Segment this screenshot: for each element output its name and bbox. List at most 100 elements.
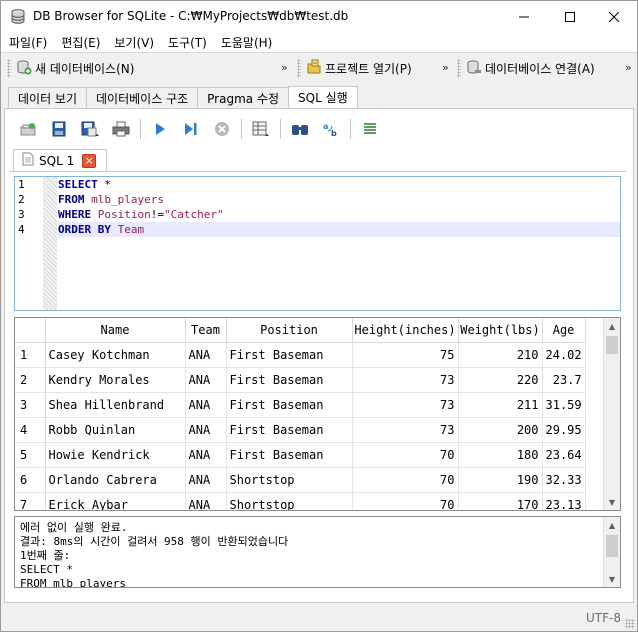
toolbar-overflow-2[interactable]: »: [442, 61, 449, 74]
cell-team[interactable]: ANA: [185, 342, 227, 368]
scroll-up-arrow-icon[interactable]: ▲: [604, 318, 620, 334]
scrollbar-thumb[interactable]: [606, 535, 618, 557]
cell-height[interactable]: 73: [352, 392, 459, 418]
row-number[interactable]: 6: [15, 467, 46, 493]
sql-editor-tab[interactable]: SQL 1 ×: [13, 149, 107, 171]
scrollbar-thumb[interactable]: [606, 336, 618, 354]
row-number[interactable]: 7: [15, 492, 46, 510]
cell-position[interactable]: Shortstop: [226, 492, 353, 510]
cell-height[interactable]: 70: [352, 442, 459, 468]
cell-name[interactable]: Orlando Cabrera: [45, 467, 186, 493]
cell-team[interactable]: ANA: [185, 367, 227, 393]
cell-team[interactable]: ANA: [185, 467, 227, 493]
table-row[interactable]: 7 Erick Aybar ANA Shortstop 70 170 23.13: [15, 492, 586, 510]
cell-weight[interactable]: 170: [458, 492, 543, 510]
column-header-team[interactable]: Team: [185, 318, 227, 343]
column-header-position[interactable]: Position: [226, 318, 353, 343]
cell-name[interactable]: Erick Aybar: [45, 492, 186, 510]
results-grid[interactable]: Name Team Position Height(inches) Weight…: [14, 317, 621, 511]
cell-age[interactable]: 24.02: [542, 342, 586, 368]
open-sql-file-button[interactable]: [46, 117, 72, 141]
cell-weight[interactable]: 210: [458, 342, 543, 368]
table-row[interactable]: 3 Shea Hillenbrand ANA First Baseman 73 …: [15, 392, 586, 418]
cell-position[interactable]: Shortstop: [226, 467, 353, 493]
cell-position[interactable]: First Baseman: [226, 442, 353, 468]
row-number[interactable]: 1: [15, 342, 46, 368]
cell-position[interactable]: First Baseman: [226, 367, 353, 393]
cell-weight[interactable]: 211: [458, 392, 543, 418]
column-header-height[interactable]: Height(inches): [352, 318, 459, 343]
menu-edit[interactable]: 편집(E): [61, 34, 100, 51]
maximize-button[interactable]: [547, 1, 593, 32]
comment-block-button[interactable]: [357, 117, 383, 141]
execute-current-line-button[interactable]: [178, 117, 204, 141]
cell-height[interactable]: 70: [352, 492, 459, 510]
find-replace-button[interactable]: a b: [318, 117, 344, 141]
column-header-age[interactable]: Age: [542, 318, 586, 343]
row-number[interactable]: 4: [15, 417, 46, 443]
menu-help[interactable]: 도움말(H): [221, 34, 273, 51]
cell-height[interactable]: 75: [352, 342, 459, 368]
toolbar-overflow-3[interactable]: »: [625, 61, 632, 74]
cell-name[interactable]: Kendry Morales: [45, 367, 186, 393]
attach-database-button[interactable]: 데이터베이스 연결(A): [457, 56, 595, 81]
scroll-down-arrow-icon[interactable]: ▼: [604, 494, 620, 510]
message-vertical-scrollbar[interactable]: ▲ ▼: [603, 517, 620, 587]
cell-position[interactable]: First Baseman: [226, 392, 353, 418]
results-vertical-scrollbar[interactable]: ▲ ▼: [603, 318, 620, 510]
cell-height[interactable]: 73: [352, 367, 459, 393]
row-number[interactable]: 3: [15, 392, 46, 418]
cell-weight[interactable]: 220: [458, 367, 543, 393]
cell-team[interactable]: ANA: [185, 392, 227, 418]
table-row[interactable]: 1 Casey Kotchman ANA First Baseman 75 21…: [15, 342, 586, 368]
cell-age[interactable]: 23.7: [542, 367, 586, 393]
cell-height[interactable]: 73: [352, 417, 459, 443]
cell-age[interactable]: 31.59: [542, 392, 586, 418]
table-row[interactable]: 2 Kendry Morales ANA First Baseman 73 22…: [15, 367, 586, 393]
cell-weight[interactable]: 190: [458, 467, 543, 493]
sql-editor[interactable]: 1 2 3 4 SELECT * FROM mlb_players WHERE …: [14, 176, 621, 311]
cell-position[interactable]: First Baseman: [226, 417, 353, 443]
cell-team[interactable]: ANA: [185, 417, 227, 443]
stop-execution-button[interactable]: [209, 117, 235, 141]
message-pane[interactable]: 에러 없이 실행 완료. 결과: 8ms의 시간이 걸려서 958 행이 반환되었…: [14, 516, 621, 588]
table-row[interactable]: 5 Howie Kendrick ANA First Baseman 70 18…: [15, 442, 586, 468]
tab-execute-sql[interactable]: SQL 실행: [288, 86, 358, 108]
scroll-up-arrow-icon[interactable]: ▲: [604, 517, 620, 533]
cell-name[interactable]: Robb Quinlan: [45, 417, 186, 443]
table-row[interactable]: 6 Orlando Cabrera ANA Shortstop 70 190 3…: [15, 467, 586, 493]
open-tab-button[interactable]: [15, 117, 41, 141]
open-project-button[interactable]: 프로젝트 열기(P): [297, 56, 412, 81]
menu-view[interactable]: 보기(V): [114, 34, 154, 51]
cell-team[interactable]: ANA: [185, 442, 227, 468]
print-button[interactable]: [108, 117, 134, 141]
column-header-weight[interactable]: Weight(lbs): [458, 318, 543, 343]
row-number[interactable]: 5: [15, 442, 46, 468]
tab-edit-pragmas[interactable]: Pragma 수정: [197, 87, 290, 108]
menu-tools[interactable]: 도구(T): [168, 34, 207, 51]
column-header-name[interactable]: Name: [45, 318, 186, 343]
close-button[interactable]: [591, 1, 637, 32]
new-database-button[interactable]: 새 데이터베이스(N): [7, 56, 134, 81]
minimize-button[interactable]: [501, 1, 547, 32]
cell-position[interactable]: First Baseman: [226, 342, 353, 368]
save-sql-file-button[interactable]: [77, 117, 103, 141]
scroll-down-arrow-icon[interactable]: ▼: [604, 571, 620, 587]
execute-all-button[interactable]: [147, 117, 173, 141]
cell-age[interactable]: 23.13: [542, 492, 586, 510]
cell-age[interactable]: 23.64: [542, 442, 586, 468]
find-button[interactable]: [287, 117, 313, 141]
tab-browse-data[interactable]: 데이터 보기: [8, 87, 88, 108]
menu-file[interactable]: 파일(F): [9, 34, 47, 51]
toolbar-overflow-1[interactable]: »: [281, 61, 288, 74]
cell-age[interactable]: 32.33: [542, 467, 586, 493]
cell-team[interactable]: ANA: [185, 492, 227, 510]
cell-weight[interactable]: 180: [458, 442, 543, 468]
cell-age[interactable]: 29.95: [542, 417, 586, 443]
tab-database-structure[interactable]: 데이터베이스 구조: [86, 87, 199, 108]
cell-name[interactable]: Howie Kendrick: [45, 442, 186, 468]
cell-weight[interactable]: 200: [458, 417, 543, 443]
close-tab-icon[interactable]: ×: [82, 153, 97, 168]
cell-name[interactable]: Shea Hillenbrand: [45, 392, 186, 418]
save-results-button[interactable]: [248, 117, 274, 141]
